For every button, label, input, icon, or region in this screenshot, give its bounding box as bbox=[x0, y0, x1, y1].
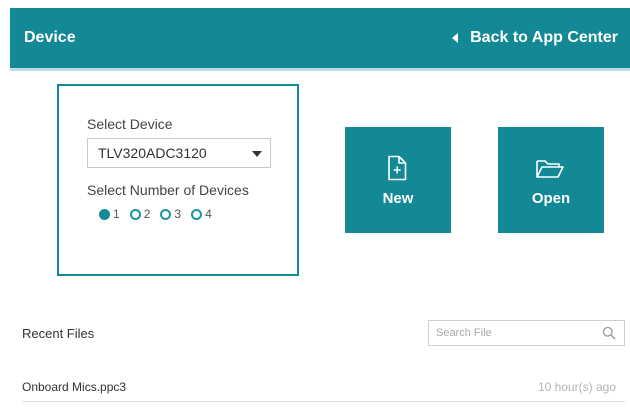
device-select-value: TLV320ADC3120 bbox=[98, 145, 207, 161]
recent-file-time: 10 hour(s) ago bbox=[537, 380, 616, 394]
new-file-icon bbox=[388, 155, 407, 181]
radio-label: 1 bbox=[113, 207, 120, 221]
back-link-label: Back to App Center bbox=[470, 29, 618, 46]
search-icon[interactable] bbox=[602, 326, 616, 340]
radio-label: 4 bbox=[205, 207, 212, 221]
device-count-radio-group: 1 2 3 4 bbox=[99, 207, 222, 221]
open-button-label: Open bbox=[531, 190, 571, 207]
radio-checked-icon bbox=[99, 208, 110, 220]
back-caret-icon bbox=[452, 33, 459, 43]
chevron-down-icon bbox=[252, 151, 262, 157]
recent-file-row[interactable]: Onboard Mics.ppc3 10 hour(s) ago bbox=[22, 372, 625, 402]
back-to-app-center-link[interactable]: Back to App Center bbox=[452, 29, 618, 47]
device-count-radio-2[interactable]: 2 bbox=[129, 207, 151, 221]
device-count-label: Select Number of Devices bbox=[87, 182, 249, 198]
recent-file-name: Onboard Mics.ppc3 bbox=[22, 380, 127, 394]
recent-files-heading: Recent Files bbox=[22, 326, 95, 341]
radio-unchecked-icon bbox=[191, 208, 203, 220]
device-count-radio-3[interactable]: 3 bbox=[160, 207, 181, 221]
open-button[interactable]: Open bbox=[498, 127, 604, 233]
select-device-label: Select Device bbox=[87, 116, 173, 132]
device-count-radio-1[interactable]: 1 bbox=[99, 207, 120, 221]
search-file-input[interactable] bbox=[429, 321, 599, 345]
device-select[interactable]: TLV320ADC3120 bbox=[87, 138, 271, 168]
radio-unchecked-icon bbox=[129, 208, 141, 220]
page-title: Device bbox=[24, 29, 76, 46]
folder-open-icon bbox=[536, 160, 564, 178]
radio-unchecked-icon bbox=[160, 208, 172, 220]
new-button-label: New bbox=[382, 190, 414, 207]
search-file-box bbox=[428, 320, 625, 346]
app-header: Device Back to App Center bbox=[10, 8, 630, 71]
radio-label: 2 bbox=[143, 207, 151, 221]
device-count-radio-4[interactable]: 4 bbox=[191, 207, 212, 221]
radio-label: 3 bbox=[174, 207, 182, 221]
new-button[interactable]: New bbox=[345, 127, 451, 233]
device-selection-panel: Select Device TLV320ADC3120 Select Numbe… bbox=[57, 84, 299, 276]
